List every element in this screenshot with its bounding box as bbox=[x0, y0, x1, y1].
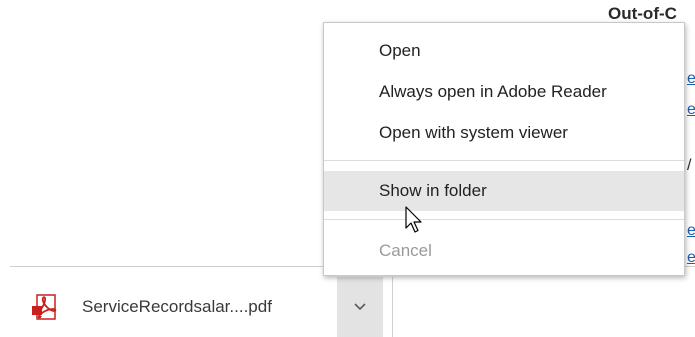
page-heading-fragment: Out-of-C bbox=[608, 4, 677, 23]
menu-item-label: Always open in Adobe Reader bbox=[379, 82, 607, 101]
browser-viewport: Out-of-C e e / e e ServiceRecordsalar...… bbox=[0, 0, 695, 337]
pdf-icon bbox=[32, 294, 60, 320]
download-file-name: ServiceRecordsalar....pdf bbox=[82, 297, 272, 316]
menu-item-label: Show in folder bbox=[379, 181, 487, 200]
menu-separator bbox=[324, 160, 684, 161]
download-context-menu: Open Always open in Adobe Reader Open wi… bbox=[323, 22, 685, 276]
text-fragment: / bbox=[687, 157, 692, 174]
link-fragment[interactable]: e bbox=[687, 222, 695, 240]
menu-item-open-system-viewer[interactable]: Open with system viewer bbox=[324, 113, 684, 153]
link-fragment[interactable]: e bbox=[687, 101, 695, 119]
mouse-cursor-icon bbox=[404, 206, 426, 236]
menu-item-label: Open bbox=[379, 41, 421, 60]
menu-item-show-in-folder[interactable]: Show in folder bbox=[324, 171, 684, 211]
menu-item-open[interactable]: Open bbox=[324, 31, 684, 71]
shelf-divider bbox=[392, 277, 393, 337]
menu-separator bbox=[324, 219, 684, 220]
link-fragment[interactable]: e bbox=[687, 70, 695, 88]
chevron-down-icon bbox=[353, 299, 367, 317]
download-item[interactable]: ServiceRecordsalar....pdf bbox=[32, 291, 272, 323]
menu-item-label: Open with system viewer bbox=[379, 123, 568, 142]
download-menu-button[interactable] bbox=[337, 277, 383, 337]
menu-item-label: Cancel bbox=[379, 241, 432, 260]
menu-item-cancel: Cancel bbox=[324, 231, 684, 271]
menu-item-always-open-adobe[interactable]: Always open in Adobe Reader bbox=[324, 72, 684, 112]
download-shelf: ServiceRecordsalar....pdf bbox=[10, 266, 695, 337]
link-fragment[interactable]: e bbox=[687, 249, 695, 267]
